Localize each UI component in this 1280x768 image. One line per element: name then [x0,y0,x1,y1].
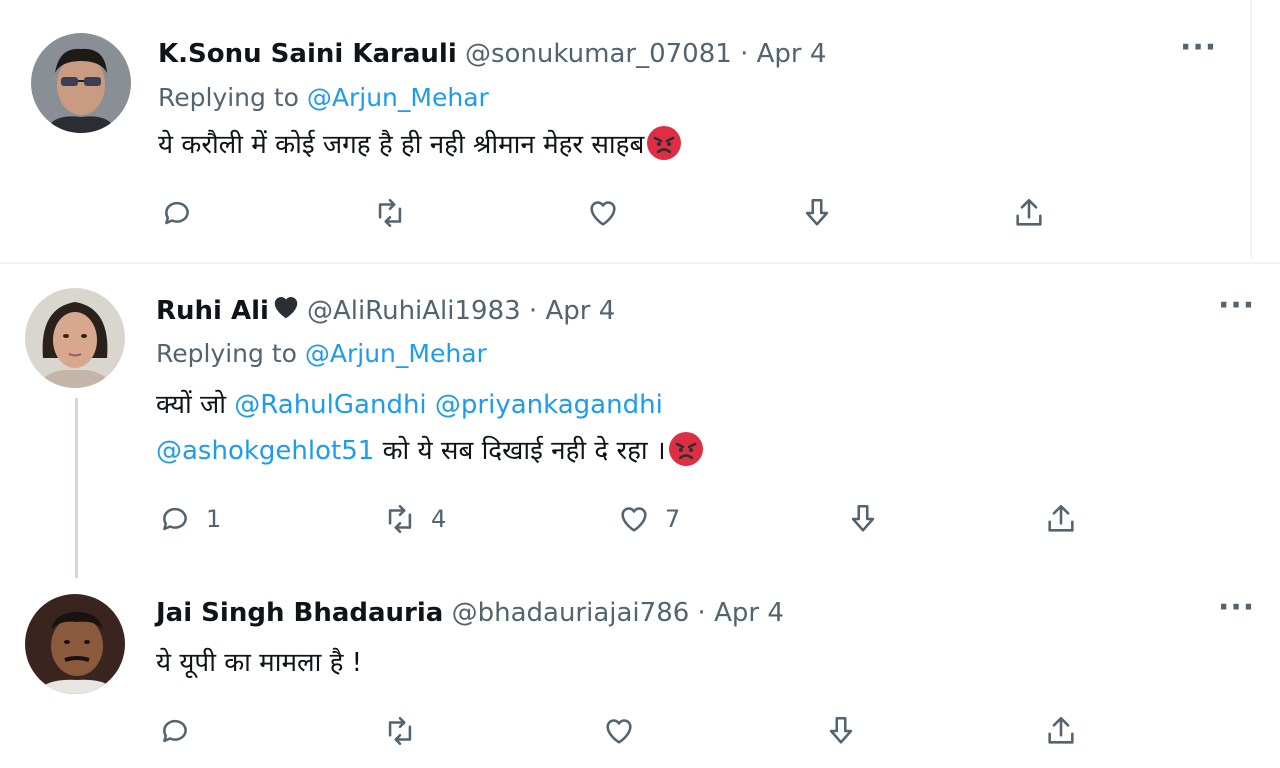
avatar[interactable] [25,594,125,694]
share-icon [1048,504,1074,532]
timestamp[interactable]: Apr 4 [545,296,615,326]
tweet-text: ये करौली में कोई जगह है ही नही श्रीमान म… [158,124,682,166]
display-name[interactable]: K.Sonu Saini Karauli [158,39,457,69]
share-icon [1016,198,1042,226]
tweet-text: ये यूपी का मामला है ! [156,642,362,684]
replying-to-label: Replying to [158,83,307,112]
retweet-button[interactable] [373,196,421,230]
tweet-text-body: ये यूपी का मामला है ! [156,648,363,678]
like-button[interactable] [586,196,634,230]
retweet-count: 4 [431,505,447,533]
retweet-button[interactable] [383,714,431,748]
reply-button[interactable]: 1 [158,502,221,536]
retweet-icon [378,198,402,228]
more-options-icon[interactable]: ··· [1218,590,1255,625]
reply-icon [163,507,187,531]
share-button[interactable] [1012,196,1046,230]
replying-to-mention[interactable]: @Arjun_Mehar [307,83,489,112]
replying-to-label: Replying to [156,339,305,368]
avatar[interactable] [25,288,125,388]
timestamp[interactable]: Apr 4 [714,598,784,628]
download-button[interactable] [800,196,834,230]
share-button[interactable] [1044,714,1078,748]
angry-face-icon [646,125,682,161]
download-arrow-icon [829,716,853,744]
separator: · [520,296,546,326]
reply-button[interactable] [158,714,206,748]
retweet-icon [388,504,412,534]
mention-link[interactable]: @ashokgehlot51 [156,436,374,466]
user-handle[interactable]: @AliRuhiAli1983 [307,296,521,326]
like-button[interactable]: 7 [617,502,680,536]
like-button[interactable] [602,714,650,748]
separator: · [731,39,757,69]
thread-line [75,398,78,578]
share-button[interactable] [1044,502,1078,536]
download-arrow-icon [805,198,829,226]
heart-icon [590,201,616,226]
tweet[interactable]: Ruhi Ali @AliRuhiAli1983 · Apr 4 ··· Repl… [0,262,1280,586]
share-icon [1048,716,1074,744]
retweet-icon [388,716,412,746]
user-handle[interactable]: @sonukumar_07081 [465,39,732,69]
download-button[interactable] [846,502,880,536]
tweet-text-suffix: को ये सब दिखाई नही दे रहा । [374,436,666,466]
replying-to-mention[interactable]: @Arjun_Mehar [305,339,487,368]
display-name[interactable]: Jai Singh Bhadauria [156,598,443,628]
mention-link[interactable]: @RahulGandhi [234,390,426,420]
tweet-text: @ashokgehlot51 को ये सब दिखाई नही दे रहा… [156,430,704,472]
more-options-icon[interactable]: ··· [1218,288,1255,323]
more-options-icon[interactable]: ··· [1180,30,1217,65]
tweet-text-body: ये करौली में कोई जगह है ही नही श्रीमान म… [158,130,645,160]
reply-count: 1 [206,505,222,533]
reply-icon [163,719,187,743]
retweet-button[interactable]: 4 [383,502,446,536]
heart-icon [606,719,632,744]
angry-face-icon [668,431,704,467]
display-name[interactable]: Ruhi Ali [156,296,269,326]
separator: · [689,598,715,628]
download-button[interactable] [824,714,858,748]
mention-link[interactable]: @priyankagandhi [435,390,663,420]
tweet-text-prefix: क्यों जो [156,390,235,420]
tweet[interactable]: K.Sonu Saini Karauli @sonukumar_07081 · … [0,0,1252,258]
heart-icon [621,507,647,532]
tweet-text: क्यों जो @RahulGandhi @priyankagandhi [156,384,663,426]
black-heart-icon [271,292,301,331]
reply-button[interactable] [160,196,208,230]
tweet[interactable]: Jai Singh Bhadauria @bhadauriajai786 · A… [0,584,1280,768]
download-arrow-icon [851,504,875,532]
timestamp[interactable]: Apr 4 [757,39,827,69]
reply-icon [165,201,189,225]
like-count: 7 [665,505,681,533]
user-handle[interactable]: @bhadauriajai786 [452,598,690,628]
avatar[interactable] [31,33,131,133]
